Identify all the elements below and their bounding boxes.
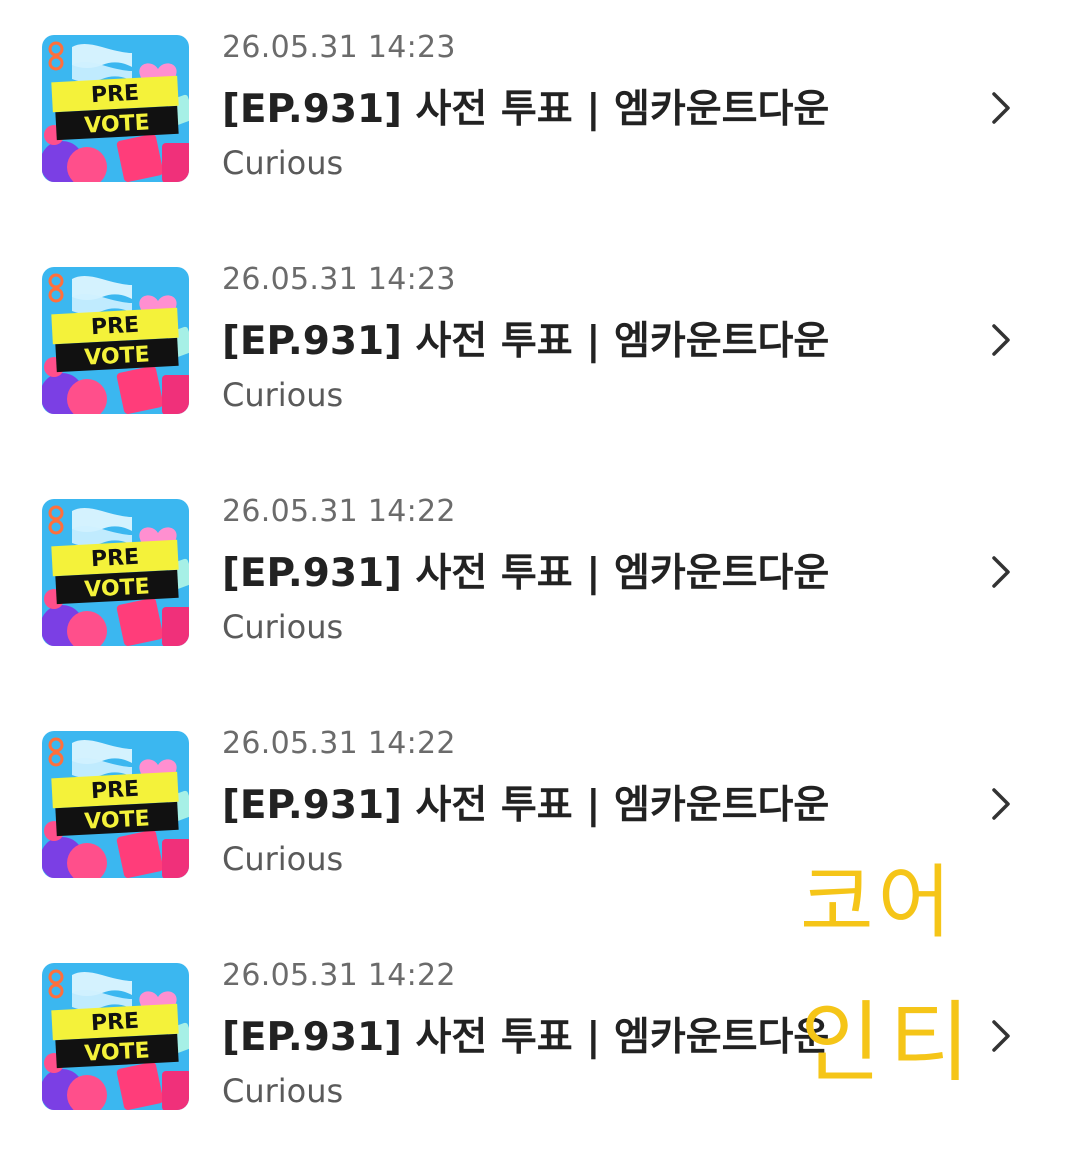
list-item[interactable]: PRE VOTE 26.05.31 14:23 [EP.931] 사전 투표 |… bbox=[0, 232, 1080, 464]
list-item[interactable]: PRE VOTE 26.05.31 14:22 [EP.931] 사전 투표 |… bbox=[0, 696, 1080, 928]
chevron-right-icon[interactable] bbox=[988, 786, 1016, 822]
timestamp: 26.05.31 14:22 bbox=[222, 494, 456, 529]
item-title: [EP.931] 사전 투표 | 엠카운트다운 bbox=[222, 1015, 830, 1060]
thumb-label-vote: VOTE bbox=[84, 574, 151, 602]
thumb-label-vote: VOTE bbox=[84, 806, 151, 834]
episode-thumbnail: PRE VOTE bbox=[42, 35, 189, 182]
item-title: [EP.931] 사전 투표 | 엠카운트다운 bbox=[222, 783, 830, 828]
chevron-right-icon[interactable] bbox=[988, 554, 1016, 590]
timestamp: 26.05.31 14:23 bbox=[222, 262, 456, 297]
chevron-right-icon[interactable] bbox=[988, 1018, 1016, 1054]
episode-thumbnail: PRE VOTE bbox=[42, 267, 189, 414]
item-source: Curious bbox=[222, 608, 344, 646]
item-title: [EP.931] 사전 투표 | 엠카운트다운 bbox=[222, 551, 830, 596]
item-title: [EP.931] 사전 투표 | 엠카운트다운 bbox=[222, 87, 830, 132]
episode-thumbnail: PRE VOTE bbox=[42, 963, 189, 1110]
thumb-label-vote: VOTE bbox=[84, 342, 151, 370]
thumb-label-pre: PRE bbox=[90, 313, 139, 340]
thumb-label-pre: PRE bbox=[90, 81, 139, 108]
item-source: Curious bbox=[222, 144, 344, 182]
list-item[interactable]: PRE VOTE 26.05.31 14:23 [EP.931] 사전 투표 |… bbox=[0, 0, 1080, 232]
timestamp: 26.05.31 14:22 bbox=[222, 958, 456, 993]
list-item[interactable]: PRE VOTE 26.05.31 14:22 [EP.931] 사전 투표 |… bbox=[0, 928, 1080, 1160]
item-source: Curious bbox=[222, 840, 344, 878]
item-source: Curious bbox=[222, 376, 344, 414]
episode-thumbnail: PRE VOTE bbox=[42, 499, 189, 646]
chevron-right-icon[interactable] bbox=[988, 90, 1016, 126]
thumb-label-vote: VOTE bbox=[84, 1038, 151, 1066]
item-source: Curious bbox=[222, 1072, 344, 1110]
chevron-right-icon[interactable] bbox=[988, 322, 1016, 358]
item-title: [EP.931] 사전 투표 | 엠카운트다운 bbox=[222, 319, 830, 364]
thumb-label-pre: PRE bbox=[90, 545, 139, 572]
episode-thumbnail: PRE VOTE bbox=[42, 731, 189, 878]
timestamp: 26.05.31 14:23 bbox=[222, 30, 456, 65]
list-item[interactable]: PRE VOTE 26.05.31 14:22 [EP.931] 사전 투표 |… bbox=[0, 464, 1080, 696]
thumb-label-pre: PRE bbox=[90, 1009, 139, 1036]
thumb-label-pre: PRE bbox=[90, 777, 139, 804]
timestamp: 26.05.31 14:22 bbox=[222, 726, 456, 761]
thumb-label-vote: VOTE bbox=[84, 110, 151, 138]
